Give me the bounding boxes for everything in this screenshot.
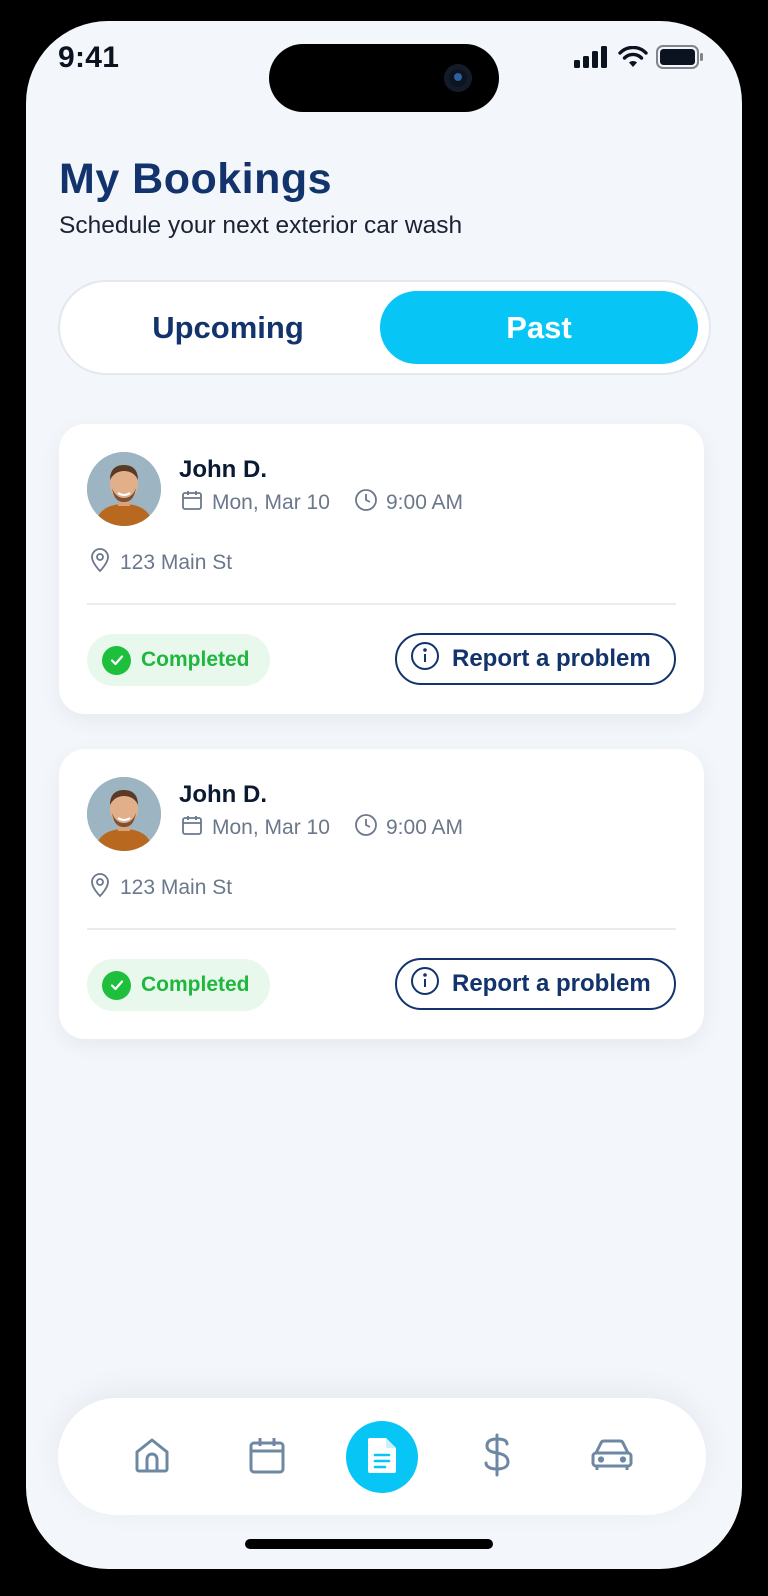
page-title: My Bookings — [59, 155, 333, 203]
booking-date-text: Mon, Mar 10 — [212, 816, 330, 839]
page-subtitle: Schedule your next exterior car wash — [59, 212, 463, 239]
calendar-icon — [180, 488, 204, 518]
location-pin-icon — [88, 547, 112, 579]
nav-bookings[interactable] — [346, 1421, 418, 1493]
battery-icon — [656, 45, 704, 74]
booking-time: 9:00 AM — [354, 813, 463, 843]
status-badge-label: Completed — [141, 973, 250, 996]
booking-time-text: 9:00 AM — [386, 491, 464, 514]
status-time: 9:41 — [58, 41, 120, 74]
nav-home[interactable] — [116, 1421, 188, 1493]
nav-payments[interactable] — [461, 1421, 533, 1493]
booking-date-text: Mon, Mar 10 — [212, 491, 330, 514]
bottom-navigation — [58, 1398, 706, 1515]
status-icons — [574, 45, 704, 74]
report-problem-button[interactable]: Report a problem — [395, 958, 676, 1010]
calendar-icon — [247, 1435, 287, 1480]
divider — [87, 603, 676, 605]
info-icon — [410, 641, 440, 678]
tab-upcoming[interactable]: Upcoming — [69, 291, 387, 364]
status-badge-label: Completed — [141, 648, 250, 671]
customer-name: John D. — [179, 456, 267, 483]
booking-time-text: 9:00 AM — [386, 816, 464, 839]
location-pin-icon — [88, 872, 112, 904]
clock-icon — [354, 813, 378, 843]
document-icon — [364, 1435, 400, 1480]
booking-card[interactable]: John D. Mon, Mar 10 9:00 AM 123 Main St … — [59, 424, 704, 714]
booking-address: 123 Main St — [88, 547, 232, 579]
nav-vehicles[interactable] — [576, 1421, 648, 1493]
nav-calendar[interactable] — [231, 1421, 303, 1493]
bookings-tab-switcher: Upcoming Past — [58, 280, 711, 375]
booking-address: 123 Main St — [88, 872, 232, 904]
phone-screen: 9:41 My Bookings Schedule your next exte… — [26, 21, 742, 1569]
booking-date: Mon, Mar 10 — [180, 488, 330, 518]
info-icon — [410, 966, 440, 1003]
report-problem-button[interactable]: Report a problem — [395, 633, 676, 685]
booking-time: 9:00 AM — [354, 488, 463, 518]
clock-icon — [354, 488, 378, 518]
avatar — [87, 452, 161, 526]
home-icon — [132, 1435, 172, 1480]
report-problem-label: Report a problem — [452, 970, 651, 997]
status-badge: Completed — [87, 959, 270, 1011]
booking-card[interactable]: John D. Mon, Mar 10 9:00 AM 123 Main St … — [59, 749, 704, 1039]
divider — [87, 928, 676, 930]
check-icon — [102, 970, 131, 1000]
customer-name: John D. — [179, 781, 267, 808]
tab-past[interactable]: Past — [380, 291, 698, 364]
wifi-icon — [618, 45, 648, 73]
car-icon — [590, 1437, 634, 1478]
dynamic-island — [269, 44, 499, 112]
check-icon — [102, 645, 131, 675]
camera-icon — [444, 64, 472, 92]
booking-address-text: 123 Main St — [120, 876, 233, 899]
booking-date: Mon, Mar 10 — [180, 813, 330, 843]
report-problem-label: Report a problem — [452, 645, 651, 672]
calendar-icon — [180, 813, 204, 843]
avatar — [87, 777, 161, 851]
booking-address-text: 123 Main St — [120, 551, 233, 574]
signal-icon — [574, 46, 610, 73]
status-badge: Completed — [87, 634, 270, 686]
home-indicator[interactable] — [245, 1539, 493, 1549]
dollar-icon — [479, 1433, 515, 1482]
